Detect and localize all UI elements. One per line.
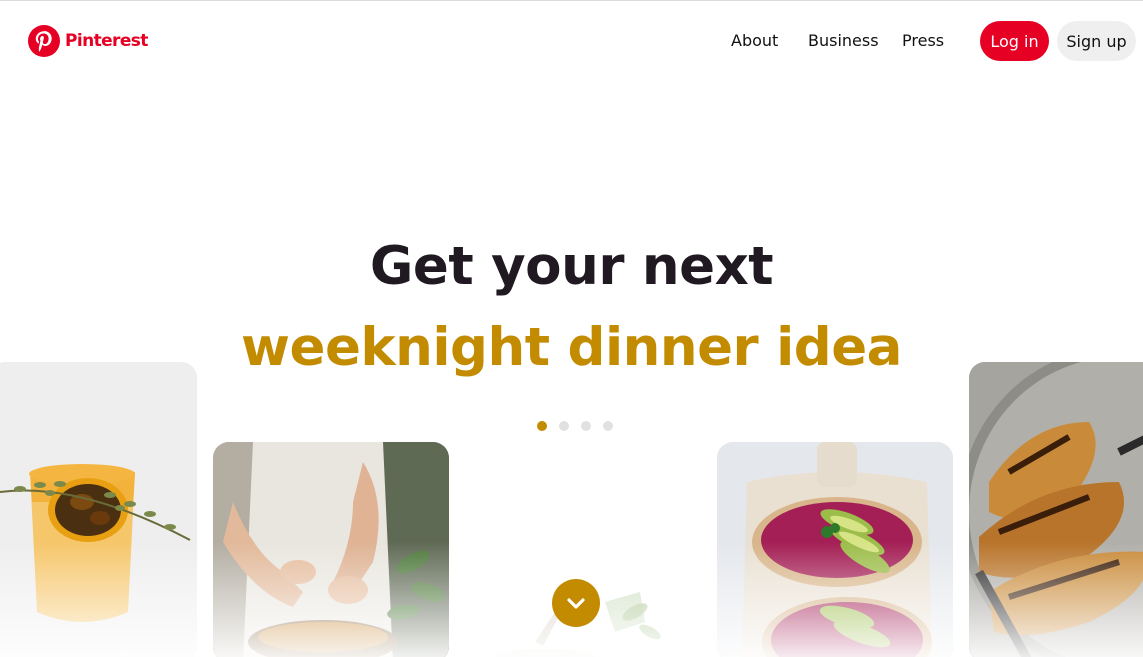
chevron-down-icon xyxy=(567,598,585,609)
carousel-dots xyxy=(537,421,613,431)
carousel-dot-4[interactable] xyxy=(603,421,613,431)
pin-card-garnishing[interactable] xyxy=(213,442,449,657)
pin-card-drink[interactable] xyxy=(0,362,197,657)
nav-business-link[interactable]: Business xyxy=(808,31,879,50)
nav-press-link[interactable]: Press xyxy=(902,31,944,50)
signup-button[interactable]: Sign up xyxy=(1057,21,1136,61)
pinterest-logo-icon xyxy=(28,25,60,57)
nav-about-link[interactable]: About xyxy=(731,31,778,50)
pinterest-logo-link[interactable]: Pinterest xyxy=(28,25,148,57)
login-button[interactable]: Log in xyxy=(980,21,1049,61)
scroll-down-button[interactable] xyxy=(552,579,600,627)
header: Pinterest About Business Press Log in Si… xyxy=(0,1,1143,83)
brand-name: Pinterest xyxy=(65,31,148,51)
carousel-dot-2[interactable] xyxy=(559,421,569,431)
page: Pinterest About Business Press Log in Si… xyxy=(0,0,1143,657)
pin-card-chicken[interactable] xyxy=(969,362,1143,657)
carousel-dot-3[interactable] xyxy=(581,421,591,431)
hero-headline-line1: Get your next xyxy=(369,236,774,297)
carousel-dot-1[interactable] xyxy=(537,421,547,431)
pin-card-toast[interactable] xyxy=(717,442,953,657)
